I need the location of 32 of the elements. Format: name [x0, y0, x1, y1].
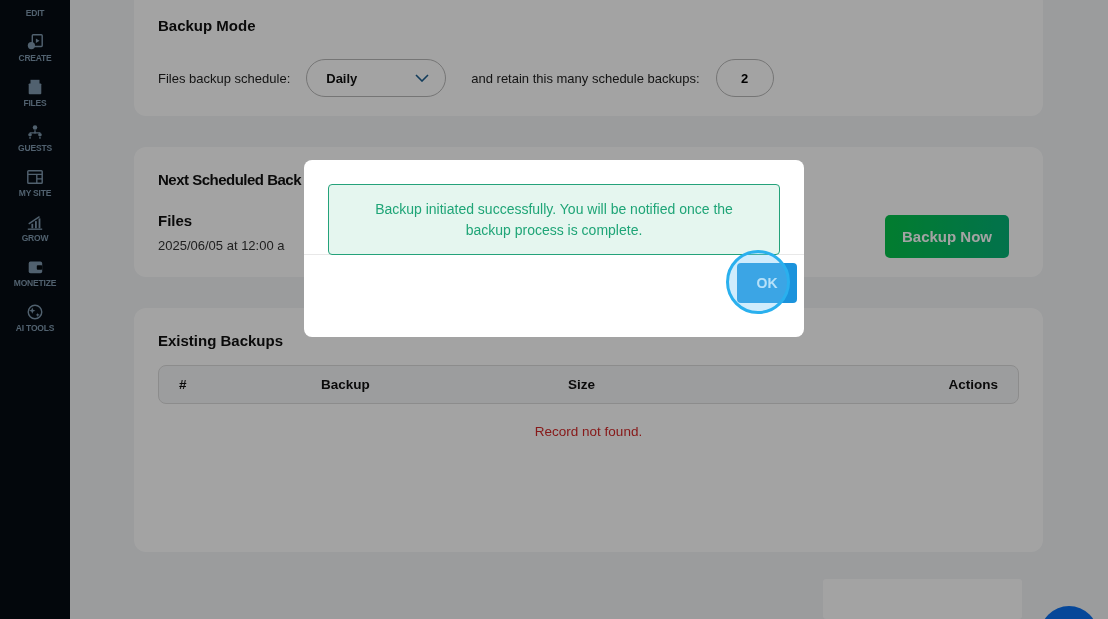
sidebar-item[interactable]: CREATE: [18, 18, 52, 63]
column-header: Backup: [321, 376, 370, 392]
folder-icon: [26, 78, 44, 96]
section-title: Backup Mode: [158, 16, 257, 36]
field-label: Files backup schedule:: [158, 70, 291, 86]
click-highlight: [726, 250, 790, 314]
empty-message: Record not found.: [534, 423, 643, 439]
retain-count-field[interactable]: 2: [715, 59, 774, 97]
section-title: Existing Backups: [158, 330, 285, 351]
ok-button[interactable]: OK: [737, 263, 797, 303]
window-icon: [26, 168, 44, 186]
column-header: Actions: [948, 376, 998, 392]
sidebar-item[interactable]: FILES: [23, 63, 47, 108]
schedule-date: 2025/06/05 at 12:00 a: [158, 238, 286, 254]
sidebar-item[interactable]: MY SITE: [18, 153, 52, 198]
sidebar-item[interactable]: GUESTS: [18, 108, 52, 153]
sidebar-item[interactable]: AI TOOLS: [15, 288, 55, 333]
sparkle-icon: [26, 303, 44, 321]
sidebar-item[interactable]: GROW: [21, 198, 49, 243]
success-message: Backup initiated successfully. You will be notified once the backup process is complete.: [328, 184, 780, 255]
files-label: Files: [158, 212, 194, 230]
field-label: and retain this many schedule backups:: [471, 70, 700, 86]
sidebar-item[interactable]: EDIT: [25, 0, 45, 18]
column-header: #: [179, 376, 187, 392]
chevron-down-icon: [415, 74, 430, 82]
backup-now-button[interactable]: Backup Now: [885, 215, 1009, 259]
section-title: Next Scheduled Back: [158, 170, 302, 191]
people-icon: [26, 123, 44, 141]
video-file-icon: [26, 33, 44, 51]
sidebar-item[interactable]: MONETIZE: [13, 243, 57, 288]
column-header: Size: [568, 376, 595, 392]
bar-chart-icon: [26, 213, 44, 231]
